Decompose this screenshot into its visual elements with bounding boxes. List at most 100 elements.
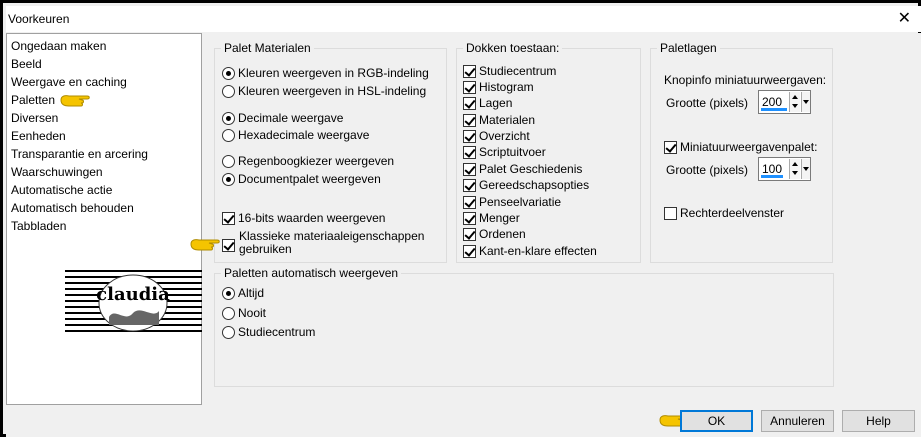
checkbox-indicator[interactable] xyxy=(463,65,476,79)
grootte2-value[interactable]: 100 xyxy=(762,162,782,176)
spin-arrows[interactable] xyxy=(789,159,800,179)
bits16-checkbox[interactable]: 16-bits waarden weergeven xyxy=(222,211,385,227)
claudia-watermark-logo: claudia xyxy=(65,270,202,332)
checkbox-indicator[interactable] xyxy=(463,163,476,177)
dock-kant-en-klare-effecten[interactable]: Kant-en-klare effecten xyxy=(463,244,597,260)
checkbox-indicator[interactable] xyxy=(463,130,476,144)
checkbox-indicator[interactable] xyxy=(463,179,476,193)
category-item-weergave-en-caching[interactable]: Weergave en caching xyxy=(11,73,127,91)
checkbox-indicator[interactable] xyxy=(463,196,476,210)
ok-button[interactable]: OK xyxy=(680,410,753,432)
grootte1-value[interactable]: 200 xyxy=(762,95,782,109)
dock-label: Materialen xyxy=(479,113,536,127)
dock-label: Menger xyxy=(479,211,520,225)
radio-indicator[interactable] xyxy=(222,287,235,301)
dock-label: Palet Geschiedenis xyxy=(479,162,583,176)
checkbox-indicator[interactable] xyxy=(222,239,235,252)
dock-label: Histogram xyxy=(479,80,534,94)
grootte1-spinbox[interactable]: 200 xyxy=(758,90,811,114)
nooit-radio[interactable]: Nooit xyxy=(222,306,266,322)
dock-lagen[interactable]: Lagen xyxy=(463,96,512,112)
dock-histogram[interactable]: Histogram xyxy=(463,80,534,96)
docpalette-radio[interactable]: Documentpalet weergeven xyxy=(222,172,381,188)
dock-gereedschapsopties[interactable]: Gereedschapsopties xyxy=(463,178,589,194)
paletlagen-title: Paletlagen xyxy=(657,41,720,55)
spin-arrows[interactable] xyxy=(789,92,800,112)
category-item-transparantie[interactable]: Transparantie en arcering xyxy=(11,145,148,163)
radio-indicator[interactable] xyxy=(222,112,235,126)
checkbox-indicator[interactable] xyxy=(664,141,677,155)
dock-menger[interactable]: Menger xyxy=(463,211,520,227)
category-item-ongedaan-maken[interactable]: Ongedaan maken xyxy=(11,37,106,55)
rgb-label: Kleuren weergeven in RGB-indeling xyxy=(238,66,429,80)
category-item-automatisch-behouden[interactable]: Automatisch behouden xyxy=(11,199,134,217)
knopinfo-label: Knopinfo miniatuurweergaven: xyxy=(664,73,827,87)
checkbox-indicator[interactable] xyxy=(463,81,476,95)
rainbow-radio[interactable]: Regenboogkiezer weergeven xyxy=(222,154,394,170)
category-item-beeld[interactable]: Beeld xyxy=(11,55,42,73)
dock-materialen[interactable]: Materialen xyxy=(463,113,535,129)
category-item-eenheden[interactable]: Eenheden xyxy=(11,127,66,145)
radio-indicator[interactable] xyxy=(222,307,235,321)
checkbox-indicator[interactable] xyxy=(463,114,476,128)
radio-indicator[interactable] xyxy=(222,129,235,143)
help-button[interactable]: Help xyxy=(842,410,915,432)
category-item-automatische-actie[interactable]: Automatische actie xyxy=(11,181,112,199)
pointing-hand-icon xyxy=(60,95,90,107)
altijd-label: Altijd xyxy=(238,286,265,300)
checkbox-indicator[interactable] xyxy=(463,97,476,111)
spin-down-icon[interactable] xyxy=(792,171,798,175)
bits16-label: 16-bits waarden weergeven xyxy=(238,211,386,225)
button-bar: OK Annuleren Help xyxy=(6,405,921,437)
annuleren-button[interactable]: Annuleren xyxy=(761,410,834,432)
rgb-radio[interactable]: Kleuren weergeven in RGB-indeling xyxy=(222,66,429,82)
spin-up-icon[interactable] xyxy=(792,95,798,99)
dock-label: Scriptuitvoer xyxy=(479,145,546,159)
hex-radio[interactable]: Hexadecimale weergave xyxy=(222,128,369,144)
studiecentrum-radio[interactable]: Studiecentrum xyxy=(222,325,315,341)
dock-label: Lagen xyxy=(479,96,513,110)
docpalette-label: Documentpalet weergeven xyxy=(238,172,381,186)
radio-indicator[interactable] xyxy=(222,173,235,187)
chevron-down-icon[interactable] xyxy=(801,92,810,112)
dock-label: Ordenen xyxy=(479,227,526,241)
altijd-radio[interactable]: Altijd xyxy=(222,286,264,302)
hsl-label: Kleuren weergeven in HSL-indeling xyxy=(238,84,427,98)
dock-palet-geschiedenis[interactable]: Palet Geschiedenis xyxy=(463,162,582,178)
dock-penseelvariatie[interactable]: Penseelvariatie xyxy=(463,195,561,211)
hsl-radio[interactable]: Kleuren weergeven in HSL-indeling xyxy=(222,84,426,100)
dock-scriptuitvoer[interactable]: Scriptuitvoer xyxy=(463,145,546,161)
grootte2-label: Grootte (pixels) xyxy=(666,163,749,177)
radio-indicator[interactable] xyxy=(222,85,235,99)
radio-indicator[interactable] xyxy=(222,67,235,81)
category-item-paletten[interactable]: Paletten xyxy=(11,91,55,109)
category-list[interactable]: Ongedaan maken Beeld Weergave en caching… xyxy=(6,33,202,405)
classic-checkbox[interactable] xyxy=(222,229,238,252)
checkbox-indicator[interactable] xyxy=(463,146,476,160)
grootte1-label: Grootte (pixels) xyxy=(666,96,749,110)
category-item-diversen[interactable]: Diversen xyxy=(11,109,58,127)
radio-indicator[interactable] xyxy=(222,326,235,340)
chevron-down-icon[interactable] xyxy=(801,159,810,179)
grootte2-spinbox[interactable]: 100 xyxy=(758,157,811,181)
spin-up-icon[interactable] xyxy=(792,162,798,166)
radio-indicator[interactable] xyxy=(222,155,235,169)
decimal-radio[interactable]: Decimale weergave xyxy=(222,111,343,127)
dock-studiecentrum[interactable]: Studiecentrum xyxy=(463,64,556,80)
spin-down-icon[interactable] xyxy=(792,104,798,108)
miniatuur-checkbox[interactable]: Miniatuurweergavenpalet: xyxy=(664,140,817,156)
checkbox-indicator[interactable] xyxy=(463,212,476,226)
grootte2-level-bar xyxy=(761,175,783,178)
settings-panel: Palet Materialen Kleuren weergeven in RG… xyxy=(190,33,921,405)
dock-overzicht[interactable]: Overzicht xyxy=(463,129,530,145)
title-bar: Voorkeuren ✕ xyxy=(6,6,921,32)
dock-ordenen[interactable]: Ordenen xyxy=(463,227,526,243)
checkbox-indicator[interactable] xyxy=(222,212,235,226)
checkbox-indicator[interactable] xyxy=(463,245,476,259)
close-icon[interactable]: ✕ xyxy=(898,10,911,26)
rechter-checkbox[interactable]: Rechterdeelvenster xyxy=(664,206,784,222)
checkbox-indicator[interactable] xyxy=(463,228,476,242)
category-item-waarschuwingen[interactable]: Waarschuwingen xyxy=(11,163,103,181)
checkbox-indicator[interactable] xyxy=(664,207,677,221)
category-item-tabbladen[interactable]: Tabbladen xyxy=(11,217,66,235)
